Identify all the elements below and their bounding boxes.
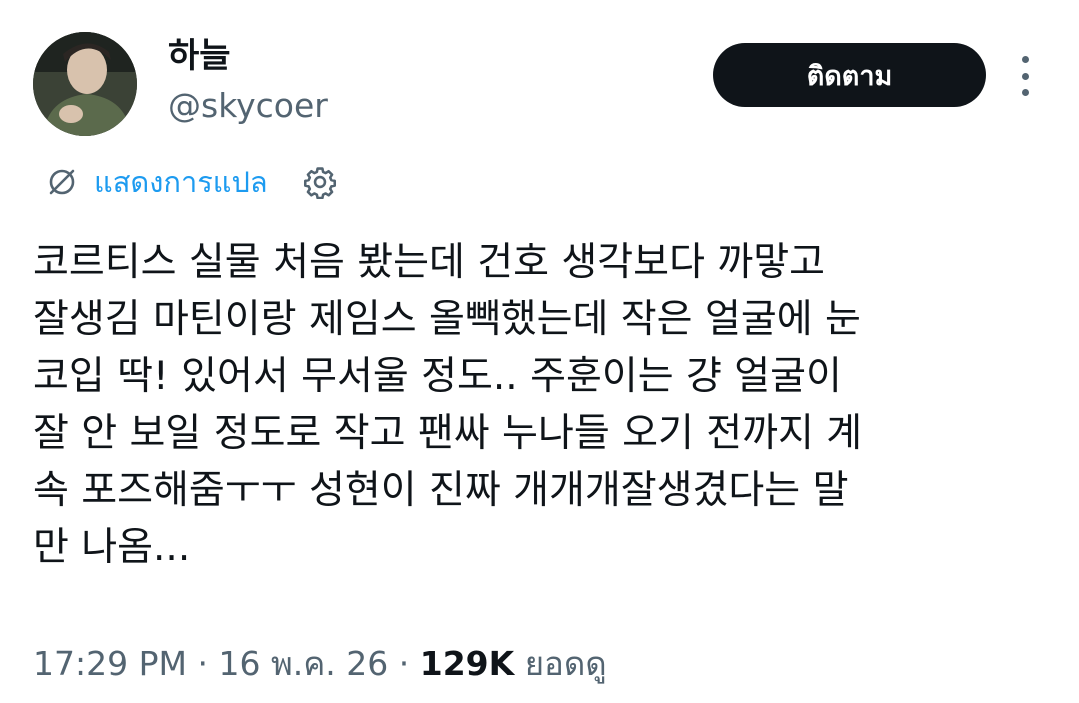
meta-separator: · [197, 644, 208, 683]
views-label: ยอดดู [524, 644, 607, 683]
gear-icon[interactable] [300, 162, 340, 202]
views-count: 129K [419, 644, 515, 683]
more-dot [1021, 72, 1029, 80]
more-dot [1021, 56, 1029, 63]
more-dot [1021, 89, 1029, 96]
user-handle[interactable]: @skycoer [168, 86, 328, 126]
tweet-time[interactable]: 17:29 PM [33, 644, 187, 683]
follow-button[interactable]: ติดตาม [713, 43, 986, 107]
tweet-date[interactable]: 16 พ.ค. 26 [218, 644, 388, 683]
meta-separator: · [398, 644, 410, 683]
avatar-image [33, 32, 137, 136]
more-options-icon[interactable] [1010, 56, 1040, 96]
show-translation-link[interactable]: แสดงการแปล [94, 159, 268, 205]
avatar[interactable] [33, 32, 137, 136]
translate-icon [44, 164, 80, 200]
display-name[interactable]: 하늘 [168, 36, 231, 76]
translate-row: แสดงการแปล [44, 160, 340, 204]
tweet-text: 코르티스 실물 처음 봤는데 건호 생각보다 까맣고 잘생김 마틴이랑 제임스 … [33, 240, 863, 570]
tweet-meta: 17:29 PM · 16 พ.ค. 26 · 129K ยอดดู [33, 642, 607, 686]
